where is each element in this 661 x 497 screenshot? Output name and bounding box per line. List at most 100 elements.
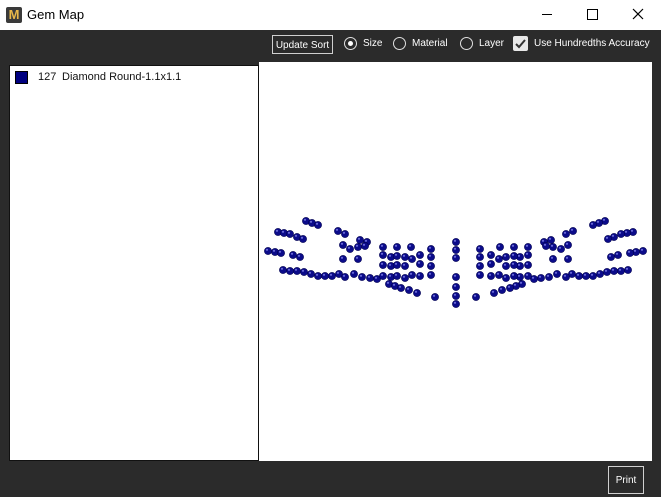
gem-marker[interactable] (589, 221, 597, 229)
gem-marker[interactable] (401, 274, 409, 282)
gem-marker[interactable] (575, 272, 583, 280)
gem-marker[interactable] (502, 262, 510, 270)
gem-marker[interactable] (557, 245, 565, 253)
gem-marker[interactable] (264, 247, 272, 255)
sort-material-radio[interactable] (393, 37, 406, 50)
gem-marker[interactable] (510, 243, 518, 251)
maximize-button[interactable] (570, 0, 616, 30)
gem-marker[interactable] (496, 243, 504, 251)
gem-marker[interactable] (321, 272, 329, 280)
gem-marker[interactable] (341, 273, 349, 281)
gem-marker[interactable] (510, 252, 518, 260)
gem-marker[interactable] (431, 293, 439, 301)
gem-marker[interactable] (314, 272, 322, 280)
hundredths-checkbox[interactable] (513, 36, 528, 51)
gem-marker[interactable] (393, 272, 401, 280)
gem-marker[interactable] (626, 249, 634, 257)
gem-marker[interactable] (589, 272, 597, 280)
gem-marker[interactable] (277, 249, 285, 257)
gem-marker[interactable] (289, 251, 297, 259)
gem-marker[interactable] (624, 266, 632, 274)
gem-marker[interactable] (476, 271, 484, 279)
gem-marker[interactable] (639, 247, 647, 255)
gem-marker[interactable] (542, 242, 550, 250)
sort-layer-radio[interactable] (460, 37, 473, 50)
gem-marker[interactable] (476, 253, 484, 261)
gem-marker[interactable] (393, 252, 401, 260)
gem-marker[interactable] (617, 267, 625, 275)
gem-marker[interactable] (361, 242, 369, 250)
gem-marker[interactable] (416, 272, 424, 280)
gem-marker[interactable] (545, 273, 553, 281)
gem-marker[interactable] (408, 271, 416, 279)
gem-marker[interactable] (472, 293, 480, 301)
gem-marker[interactable] (334, 227, 342, 235)
gem-marker[interactable] (549, 255, 557, 263)
gem-marker[interactable] (393, 261, 401, 269)
gem-marker[interactable] (524, 261, 532, 269)
gem-marker[interactable] (293, 267, 301, 275)
gem-marker[interactable] (564, 241, 572, 249)
gem-marker[interactable] (366, 274, 374, 282)
gem-marker[interactable] (358, 273, 366, 281)
gem-marker[interactable] (510, 261, 518, 269)
gem-marker[interactable] (299, 235, 307, 243)
gem-marker[interactable] (408, 255, 416, 263)
gem-marker[interactable] (427, 271, 435, 279)
gem-marker[interactable] (604, 235, 612, 243)
gem-marker[interactable] (286, 267, 294, 275)
gem-marker[interactable] (427, 253, 435, 261)
gem-marker[interactable] (427, 245, 435, 253)
gem-marker[interactable] (487, 260, 495, 268)
gem-marker[interactable] (341, 230, 349, 238)
gem-marker[interactable] (607, 253, 615, 261)
gem-marker[interactable] (547, 236, 555, 244)
gem-marker[interactable] (506, 284, 514, 292)
gem-marker[interactable] (427, 262, 435, 270)
gem-marker[interactable] (379, 251, 387, 259)
gem-marker[interactable] (379, 261, 387, 269)
gem-marker[interactable] (490, 289, 498, 297)
gem-marker[interactable] (487, 251, 495, 259)
gem-marker[interactable] (328, 272, 336, 280)
gem-marker[interactable] (413, 289, 421, 297)
gem-marker[interactable] (339, 241, 347, 249)
gem-marker[interactable] (524, 272, 532, 280)
gem-marker[interactable] (296, 253, 304, 261)
gem-marker[interactable] (524, 243, 532, 251)
gem-marker[interactable] (452, 238, 460, 246)
gem-marker[interactable] (354, 243, 362, 251)
gem-marker[interactable] (610, 267, 618, 275)
gem-marker[interactable] (614, 251, 622, 259)
gem-marker[interactable] (279, 266, 287, 274)
gem-marker[interactable] (495, 255, 503, 263)
minimize-button[interactable] (524, 0, 570, 30)
gem-marker[interactable] (498, 286, 506, 294)
gem-marker[interactable] (356, 236, 364, 244)
print-button[interactable]: Print (608, 466, 644, 494)
gem-marker[interactable] (562, 273, 570, 281)
gem-marker[interactable] (569, 227, 577, 235)
sort-size-radio[interactable] (344, 37, 357, 50)
gem-marker[interactable] (452, 273, 460, 281)
gem-marker[interactable] (617, 230, 625, 238)
gem-marker[interactable] (452, 300, 460, 308)
gem-list-item[interactable]: 127 Diamond Round-1.1x1.1 (14, 70, 254, 86)
gem-marker[interactable] (379, 243, 387, 251)
gem-marker[interactable] (596, 270, 604, 278)
gem-marker[interactable] (564, 255, 572, 263)
update-sort-button[interactable]: Update Sort (272, 35, 333, 54)
gem-marker[interactable] (487, 272, 495, 280)
gem-marker[interactable] (452, 246, 460, 254)
gem-marker[interactable] (393, 243, 401, 251)
gem-marker[interactable] (562, 230, 570, 238)
gem-marker[interactable] (553, 270, 561, 278)
gem-marker[interactable] (286, 230, 294, 238)
gem-marker[interactable] (397, 284, 405, 292)
gem-marker[interactable] (476, 262, 484, 270)
gem-marker[interactable] (354, 255, 362, 263)
gem-marker[interactable] (307, 270, 315, 278)
gem-marker[interactable] (401, 253, 409, 261)
gem-marker[interactable] (416, 251, 424, 259)
gem-marker[interactable] (405, 286, 413, 294)
